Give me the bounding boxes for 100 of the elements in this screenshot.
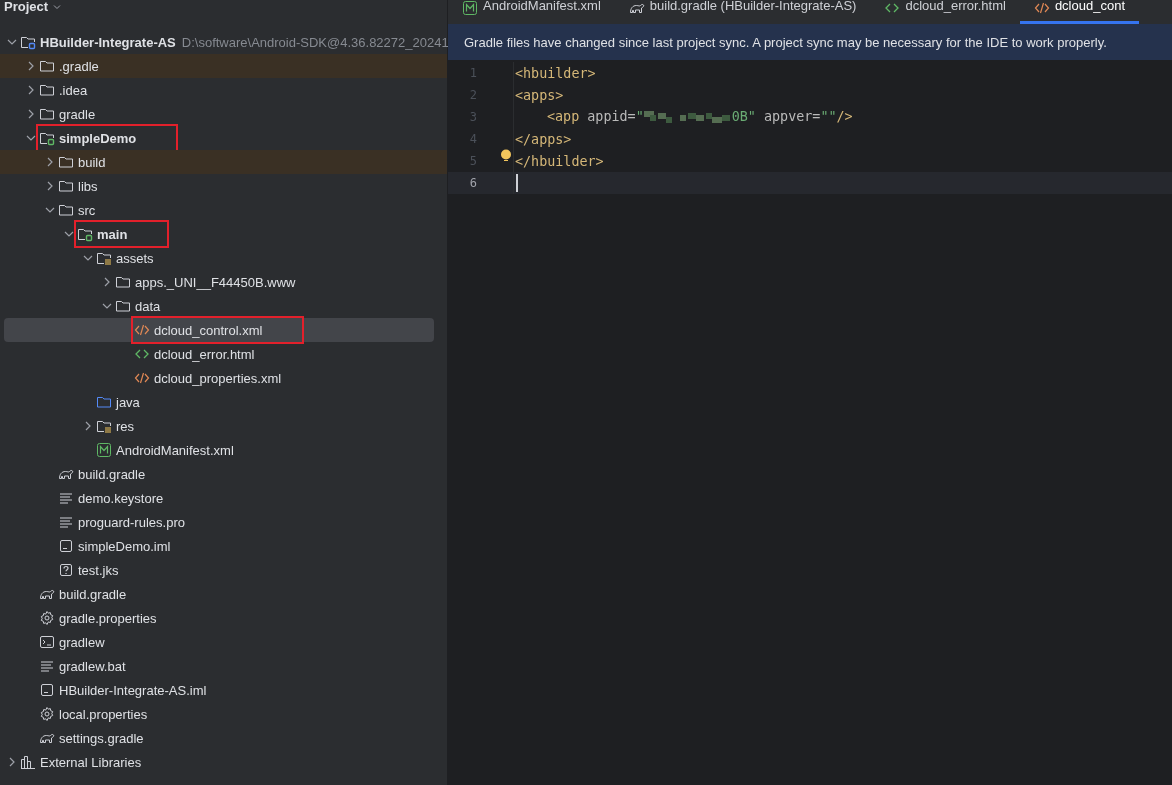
tree-item[interactable]: build (4, 150, 434, 174)
lightbulb-icon[interactable] (500, 149, 512, 163)
tree-item[interactable]: main (4, 222, 434, 246)
code-token: </apps> (515, 131, 572, 147)
tree-item[interactable]: build.gradle (4, 582, 434, 606)
gear-icon (39, 706, 55, 722)
tree-item[interactable]: .idea (4, 78, 434, 102)
code-token: <app (547, 109, 581, 125)
tree-item[interactable]: proguard-rules.pro (4, 510, 434, 534)
code-token: </hbuilder> (515, 153, 604, 169)
manifest-file-icon (462, 0, 478, 16)
tree-item[interactable]: settings.gradle (4, 726, 434, 750)
tree-item[interactable]: dcloud_control.xml (4, 318, 434, 342)
folder-icon (39, 106, 55, 122)
tree-label: local.properties (59, 706, 148, 722)
tree-item[interactable]: .gradle (4, 54, 434, 78)
tree-item[interactable]: gradlew.bat (4, 654, 434, 678)
tree-item[interactable]: External Libraries (4, 750, 434, 774)
tree-item[interactable]: simpleDemo.iml (4, 534, 434, 558)
tree-label: gradlew (59, 634, 105, 650)
tree-item[interactable]: HBuilder-Integrate-AS.iml (4, 678, 434, 702)
folder-icon (115, 274, 131, 290)
code-token: /> (836, 109, 853, 125)
tree-item[interactable]: assets (4, 246, 434, 270)
project-path: D:\software\Android-SDK@4.36.82272_20241 (181, 34, 449, 50)
tree-item[interactable]: gradle.properties (4, 606, 434, 630)
folder-icon (39, 82, 55, 98)
editor-tab[interactable]: build.gradle (HBuilder-Integrate-AS) (614, 0, 871, 24)
tree-label: assets (116, 250, 154, 266)
chevron-down-icon[interactable] (52, 2, 63, 12)
text-file-icon (58, 514, 74, 530)
tree-item[interactable]: build.gradle (4, 462, 434, 486)
terminal-icon (39, 634, 55, 650)
tree-label: .idea (59, 82, 88, 98)
tree-item[interactable]: libs (4, 174, 434, 198)
folder-icon (115, 298, 131, 314)
tree-item[interactable]: res (4, 414, 434, 438)
code-token: "" (820, 109, 837, 125)
module-file-icon (39, 682, 55, 698)
tree-label: build.gradle (78, 466, 146, 482)
tree-label: res (116, 418, 135, 434)
tree-label: build.gradle (59, 586, 127, 602)
tree-item[interactable]: local.properties (4, 702, 434, 726)
tree-item[interactable]: dcloud_properties.xml (4, 366, 434, 390)
tree-label: .gradle (59, 58, 99, 74)
folder-icon (58, 178, 74, 194)
text-file-icon (58, 490, 74, 506)
tree-item[interactable]: java (4, 390, 434, 414)
tree-label: dcloud_properties.xml (154, 370, 282, 386)
module-folder-icon (77, 226, 93, 242)
tree-label: AndroidManifest.xml (116, 442, 234, 458)
gear-icon (39, 610, 55, 626)
code-token: <hbuilder> (515, 65, 596, 81)
code-token: appid= (587, 109, 636, 125)
tree-label: libs (78, 178, 98, 194)
code-token: appver= (763, 109, 821, 125)
tree-label: src (78, 202, 96, 218)
tree-item[interactable]: demo.keystore (4, 486, 434, 510)
code-file-icon (134, 370, 150, 386)
code-file-icon (1033, 0, 1050, 16)
tree-item[interactable]: src (4, 198, 434, 222)
text-file-icon (39, 658, 55, 674)
editor-tab[interactable]: dcloud_error.html (870, 0, 1020, 24)
text-cursor (516, 174, 518, 192)
resource-folder-icon (96, 418, 112, 434)
tree-label: proguard-rules.pro (78, 514, 185, 530)
code-token: <apps> (515, 87, 564, 103)
tree-label: main (97, 226, 128, 242)
code-token: " (635, 109, 644, 125)
tree-label: dcloud_error.html (154, 346, 255, 362)
tree-item[interactable]: dcloud_error.html (4, 342, 434, 366)
tree-label: gradlew.bat (59, 658, 126, 674)
tree-item[interactable]: gradle (4, 102, 434, 126)
tree-label: data (135, 298, 161, 314)
tree-item[interactable]: data (4, 294, 434, 318)
tree-label: test.jks (78, 562, 119, 578)
source-folder-icon (96, 394, 112, 410)
tree-label: dcloud_control.xml (154, 322, 263, 338)
tree-item[interactable]: apps._UNI__F44450B.www (4, 270, 434, 294)
folder-icon (39, 58, 55, 74)
tree-item[interactable]: AndroidManifest.xml (4, 438, 434, 462)
notification-text: Gradle files have changed since last project sync. A project sync may be necessary for the IDE to work properly. (464, 34, 1107, 50)
tree-label: java (116, 394, 140, 410)
module-folder-icon (20, 34, 36, 50)
module-folder-icon (39, 130, 55, 146)
tree-label: gradle.properties (59, 610, 157, 626)
code-file-icon (134, 322, 150, 338)
tree-item[interactable]: gradlew (4, 630, 434, 654)
tree-label: apps._UNI__F44450B.www (135, 274, 296, 290)
tree-label: simpleDemo.iml (78, 538, 171, 554)
folder-icon (58, 202, 74, 218)
panel-title: Project (4, 0, 49, 14)
tree-label: HBuilder-Integrate-AS.iml (59, 682, 207, 698)
tree-item[interactable]: HBuilder-Integrate-AS D:\software\Android-SDK@4.36.82272_20241 (4, 30, 449, 54)
editor-tab[interactable]: AndroidManifest.xml (448, 0, 615, 24)
manifest-file-icon (96, 442, 112, 458)
tree-item[interactable]: test.jks (4, 558, 434, 582)
tree-label: gradle (59, 106, 96, 122)
module-file-icon (58, 538, 74, 554)
resource-folder-icon (96, 250, 112, 266)
